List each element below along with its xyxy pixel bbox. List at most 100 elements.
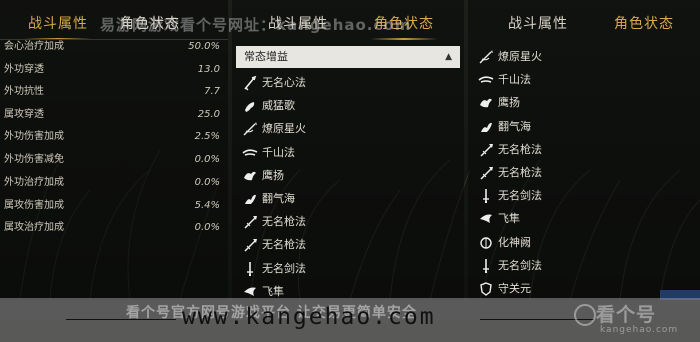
- stat-value: 0.0%: [194, 177, 220, 188]
- buff-name: 鹰扬: [498, 96, 520, 110]
- stat-value: 13.0: [197, 64, 220, 75]
- buff-name: 无名心法: [262, 76, 306, 89]
- buff-list-item[interactable]: 无名剑法: [468, 185, 700, 207]
- stat-row: 属攻治疗加成 0.0%: [4, 219, 220, 237]
- stat-label: 外功穿透: [4, 64, 44, 75]
- buff-list-item[interactable]: 燎原星火: [468, 46, 700, 68]
- spear-thrust-icon: [243, 122, 257, 136]
- stat-row: 外功抗性 7.7: [4, 83, 220, 101]
- spear-thrust-icon: [479, 50, 493, 64]
- sword-stance-icon: [244, 75, 257, 91]
- sword-icon: [483, 258, 489, 273]
- buff-name: 威猛歌: [262, 99, 295, 113]
- spear-icon: [244, 216, 257, 229]
- tab-combat-attributes[interactable]: 战斗属性: [24, 13, 92, 40]
- sword-icon: [483, 189, 489, 204]
- buff-name: 千山法: [262, 145, 295, 159]
- stat-value: 0.0%: [194, 222, 220, 233]
- buff-list-item[interactable]: 无名剑法: [232, 258, 464, 280]
- buff-list-item[interactable]: 无名枪法: [468, 139, 700, 161]
- buff-list-item[interactable]: 无名枪法: [232, 234, 464, 256]
- buff-list-item[interactable]: 无名心法: [232, 72, 464, 94]
- buff-name: 千山法: [498, 73, 531, 87]
- buff-list-item[interactable]: 鹰扬: [468, 92, 700, 114]
- stat-label: 会心治疗加成: [4, 41, 64, 52]
- buff-status-panel: 战斗属性 角色状态 常态增益 ▲ 无名心法 威猛歌 燎原星火 千山法 鹰扬 翻气海 无名枪法…: [232, 0, 464, 300]
- eagle-icon: [480, 99, 492, 108]
- buff-name: 鹰扬: [262, 168, 284, 182]
- stat-value: 50.0%: [188, 41, 220, 52]
- buff-list-item[interactable]: 千山法: [232, 142, 464, 164]
- buff-list-item[interactable]: 无名剑法: [468, 255, 700, 277]
- stat-label: 外功抗性: [4, 86, 44, 97]
- buff-name: 无名剑法: [262, 261, 306, 275]
- wind-slash-icon: [478, 76, 494, 83]
- stat-label: 属攻穿透: [4, 109, 44, 120]
- stat-value: 0.0%: [194, 154, 220, 165]
- buff-list-item[interactable]: 威猛歌: [232, 95, 464, 117]
- buff-name: 无名枪法: [262, 215, 306, 229]
- stat-row: 会心治疗加成 50.0%: [4, 38, 220, 56]
- fist-icon: [245, 102, 255, 113]
- spear-icon: [244, 239, 257, 252]
- wind-slash-icon: [242, 149, 258, 156]
- buff-name: 翻气海: [262, 192, 295, 205]
- stat-value: 7.7: [204, 86, 220, 97]
- buff-list-item[interactable]: 燎原星火: [232, 118, 464, 140]
- buff-list-item[interactable]: 翻气海: [468, 116, 700, 138]
- buff-list-item[interactable]: 飞隼: [468, 208, 700, 230]
- stat-row: 属攻穿透 25.0: [4, 106, 220, 124]
- buff-list-item[interactable]: 鹰扬: [232, 165, 464, 187]
- buff-list-item[interactable]: 无名枪法: [232, 211, 464, 233]
- buff-name: 守关元: [498, 282, 531, 295]
- watermark-url: www.kangehao.com: [182, 304, 436, 330]
- buff-name: 燎原星火: [262, 122, 306, 136]
- stat-row: 外功伤害加成 2.5%: [4, 128, 220, 146]
- divider-line-left: [66, 319, 176, 320]
- stat-label: 外功治疗加成: [4, 177, 64, 188]
- stat-value: 25.0: [197, 109, 220, 120]
- spear-icon: [480, 143, 493, 157]
- falcon-icon: [480, 214, 492, 224]
- chevron-up-icon: ▲: [445, 52, 452, 62]
- buff-status-panel-right: 战斗属性 角色状态 燎原星火 千山法 鹰扬 翻气海 无名枪法 无名枪法 无名剑法 飞隼 化神阙无…: [468, 0, 700, 300]
- buff-category-dropdown[interactable]: 常态增益 ▲: [236, 46, 460, 68]
- stat-value: 2.5%: [194, 131, 220, 142]
- stat-label: 属攻伤害加成: [4, 200, 64, 211]
- wave-icon: [245, 194, 256, 204]
- buff-name: 无名枪法: [498, 142, 542, 156]
- buff-list-item[interactable]: 翻气海: [232, 188, 464, 210]
- stat-label: 外功伤害加成: [4, 131, 64, 142]
- tab-character-status[interactable]: 角色状态: [614, 13, 674, 33]
- watermark-logo-text: 看个号: [596, 304, 657, 326]
- watermark-banner: 看个号官方网号游戏平台 让交易更简单安全 www.kangehao.com 看个…: [0, 298, 700, 342]
- spear-icon: [480, 167, 493, 180]
- dropdown-selected: 常态增益: [244, 50, 288, 63]
- tab-bar: 战斗属性 角色状态: [468, 0, 700, 40]
- buff-list-item[interactable]: 无名枪法: [468, 162, 700, 184]
- buff-list-item[interactable]: 千山法: [468, 69, 700, 91]
- wave-icon: [481, 122, 492, 132]
- buff-name: 无名剑法: [498, 258, 542, 272]
- buff-list-item[interactable]: 化神阙: [468, 232, 700, 254]
- buff-name: 化神阙: [498, 235, 531, 249]
- stat-label: 外功伤害减免: [4, 154, 64, 165]
- buff-name: 无名剑法: [498, 189, 542, 203]
- buff-name: 燎原星火: [498, 50, 542, 63]
- stat-row: 外功伤害减免 0.0%: [4, 151, 220, 169]
- buff-name: 无名枪法: [262, 238, 306, 252]
- buff-name: 无名枪法: [498, 166, 542, 179]
- buff-name: 翻气海: [498, 119, 531, 133]
- tab-combat-attributes[interactable]: 战斗属性: [508, 13, 568, 33]
- brand-logo-icon: [574, 304, 596, 326]
- watermark-text: 易游网游戏看个号网址：kangehao.com: [100, 16, 412, 34]
- sword-icon: [247, 261, 253, 276]
- buff-name: 飞隼: [498, 212, 520, 226]
- stat-row: 外功治疗加成 0.0%: [4, 174, 220, 192]
- spirit-icon: [480, 236, 492, 249]
- stat-label: 属攻治疗加成: [4, 222, 64, 233]
- stat-value: 5.4%: [194, 200, 220, 211]
- watermark-logo-subtext: kangehao.com: [600, 325, 679, 335]
- stat-row: 属攻伤害加成 5.4%: [4, 197, 220, 215]
- eagle-icon: [244, 171, 256, 181]
